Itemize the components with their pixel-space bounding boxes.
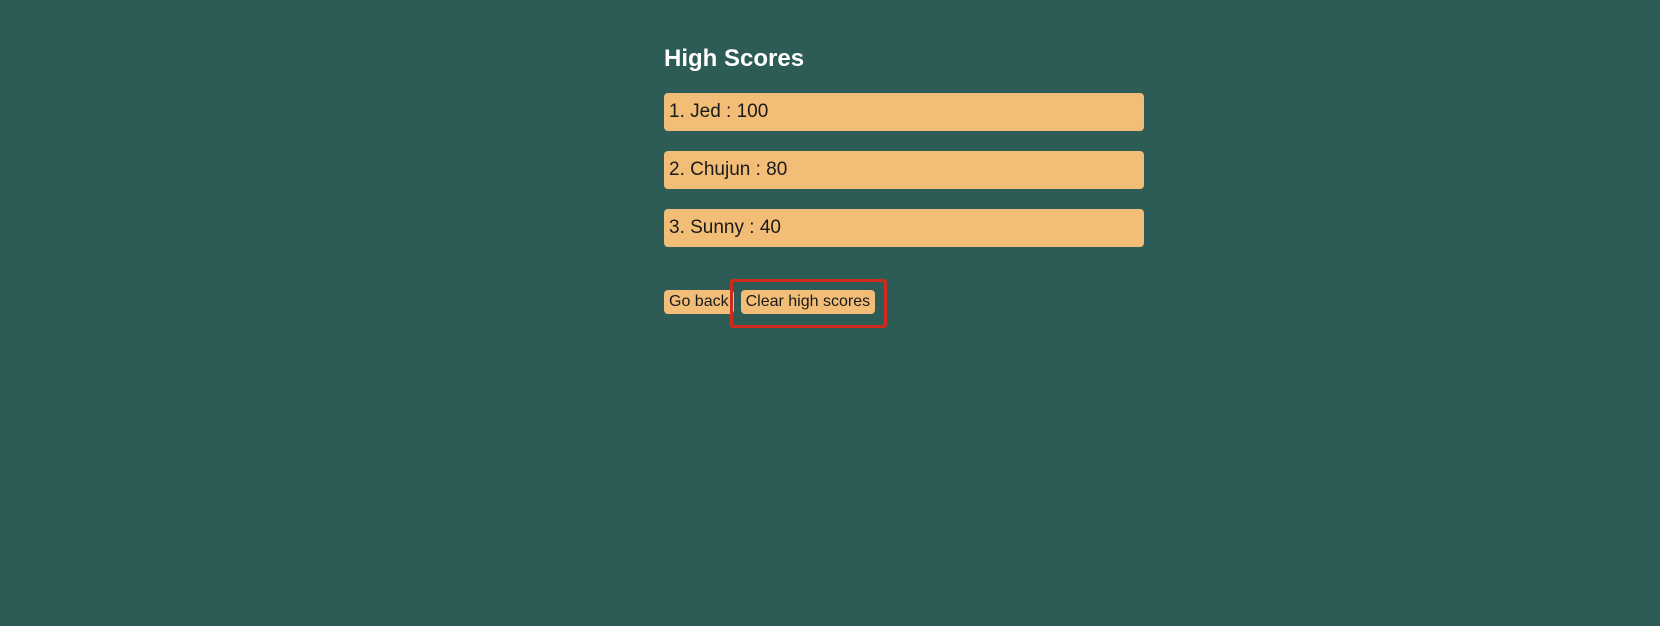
score-item: 3. Sunny : 40 xyxy=(664,209,1144,247)
score-item: 2. Chujun : 80 xyxy=(664,151,1144,189)
go-back-button[interactable]: Go back xyxy=(664,290,734,314)
button-row: Go back Clear high scores xyxy=(664,290,876,314)
score-item: 1. Jed : 100 xyxy=(664,93,1144,131)
score-list: 1. Jed : 100 2. Chujun : 80 3. Sunny : 4… xyxy=(664,93,1144,247)
page-title: High Scores xyxy=(664,45,805,72)
clear-high-scores-button[interactable]: Clear high scores xyxy=(740,290,876,314)
high-scores-panel: High Scores 1. Jed : 100 2. Chujun : 80 … xyxy=(664,44,1144,314)
